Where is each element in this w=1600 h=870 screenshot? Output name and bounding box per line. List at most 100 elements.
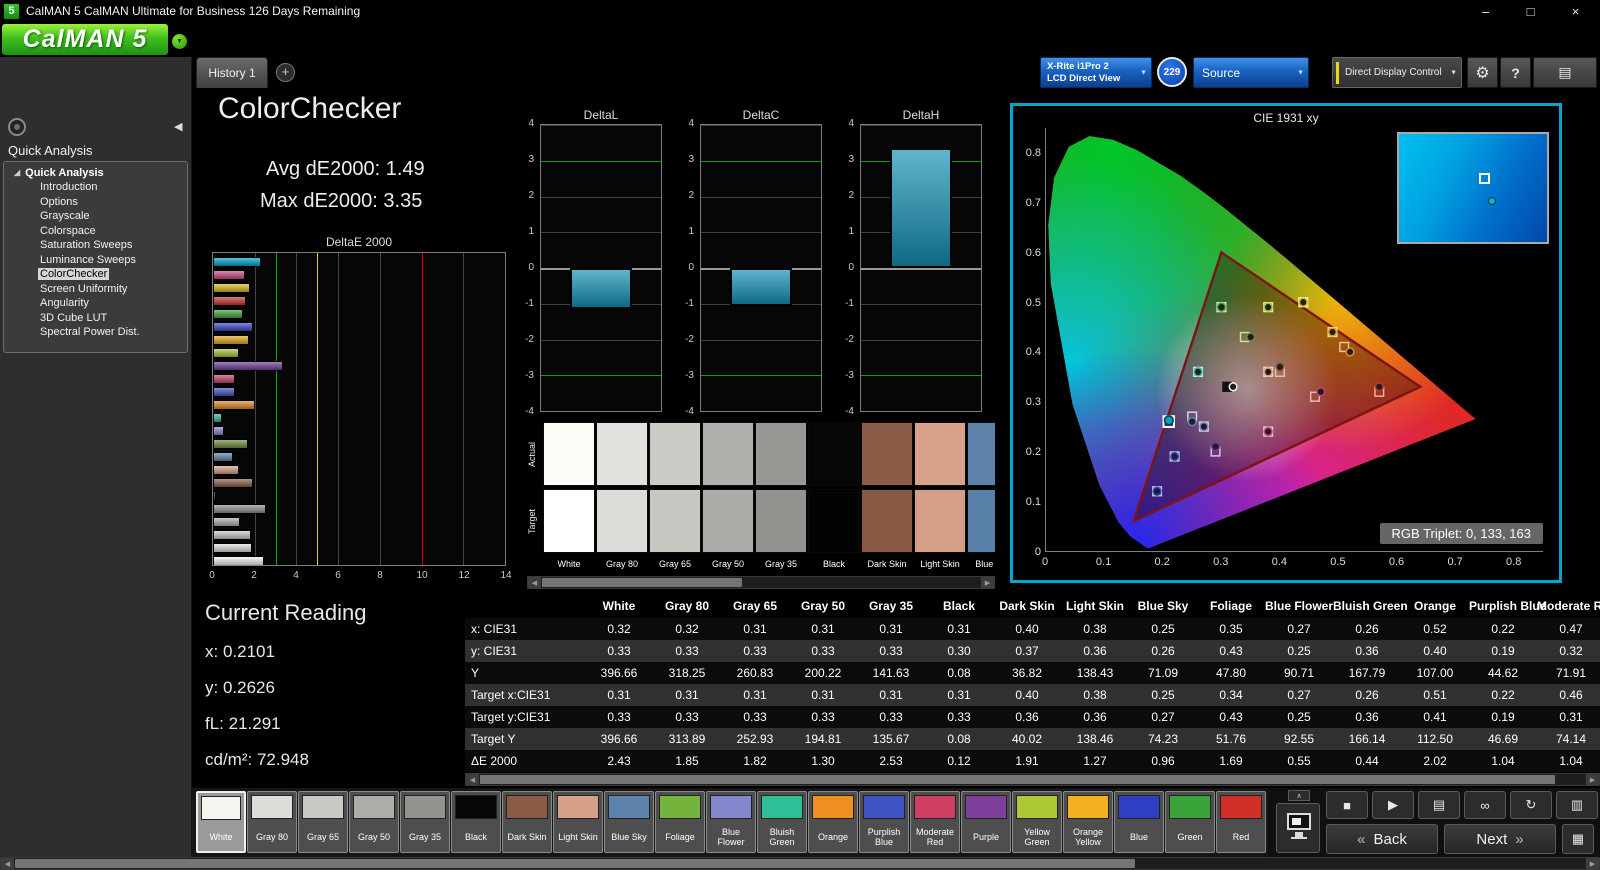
patch-button-blue-flower[interactable]: Blue Flower bbox=[706, 791, 756, 853]
table-scrollbar[interactable]: ◀ ▶ bbox=[465, 773, 1600, 786]
actual-patch-white[interactable] bbox=[543, 422, 595, 486]
back-button[interactable]: « Back bbox=[1326, 824, 1438, 854]
patch-button-gray-50[interactable]: Gray 50 bbox=[349, 791, 399, 853]
target-patch-black[interactable] bbox=[808, 489, 860, 553]
scroll-left-icon[interactable]: ◀ bbox=[1, 858, 14, 869]
sidebar-item-screen-uniformity[interactable]: Screen Uniformity bbox=[4, 282, 187, 297]
maximize-button[interactable]: □ bbox=[1508, 0, 1553, 22]
patch-button-purple[interactable]: Purple bbox=[961, 791, 1011, 853]
measured-point-blue-sky bbox=[1187, 416, 1197, 427]
play-button[interactable]: ▶ bbox=[1372, 791, 1414, 819]
actual-patch-gray-80[interactable] bbox=[596, 422, 648, 486]
scroll-right-icon[interactable]: ▶ bbox=[981, 577, 994, 588]
meter-count-badge[interactable]: 229 bbox=[1157, 57, 1187, 87]
actual-patch-gray-35[interactable] bbox=[755, 422, 807, 486]
patch-button-orange[interactable]: Orange bbox=[808, 791, 858, 853]
patch-button-light-skin[interactable]: Light Skin bbox=[553, 791, 603, 853]
loop-button[interactable]: ∞ bbox=[1464, 791, 1506, 819]
target-patch-gray-50[interactable] bbox=[702, 489, 754, 553]
patch-button-orange-yellow[interactable]: Orange Yellow bbox=[1063, 791, 1113, 853]
minimize-button[interactable]: – bbox=[1463, 0, 1508, 22]
target-patch-gray-65[interactable] bbox=[649, 489, 701, 553]
tree-root-label: Quick Analysis bbox=[25, 166, 104, 179]
patch-button-moderate-red[interactable]: Moderate Red bbox=[910, 791, 960, 853]
actual-patch-gray-65[interactable] bbox=[649, 422, 701, 486]
logo-dropdown-icon[interactable]: ▼ bbox=[172, 34, 187, 49]
title-bar: 5 CalMAN 5 CalMAN Ultimate for Business … bbox=[0, 0, 1600, 22]
cie-1931-panel[interactable]: CIE 1931 xy 0 0.1 0.2 0.3 0.4 0.5 0.6 0.… bbox=[1010, 103, 1562, 583]
sidebar-item-colorchecker[interactable]: ColorChecker bbox=[4, 267, 187, 282]
scroll-left-icon[interactable]: ◀ bbox=[466, 774, 479, 785]
patch-button-green[interactable]: Green bbox=[1165, 791, 1215, 853]
add-tab-button[interactable]: + bbox=[276, 63, 295, 82]
scroll-thumb[interactable] bbox=[480, 775, 1555, 784]
target-patch-light-skin[interactable] bbox=[914, 489, 966, 553]
scroll-thumb[interactable] bbox=[15, 859, 1135, 868]
de-bar-row bbox=[213, 490, 505, 503]
patch-button-dark-skin[interactable]: Dark Skin bbox=[502, 791, 552, 853]
panels-button[interactable]: ▥ bbox=[1556, 791, 1598, 819]
patch-button-bluish-green[interactable]: Bluish Green bbox=[757, 791, 807, 853]
scroll-thumb[interactable] bbox=[542, 578, 742, 587]
target-patch-dark-skin[interactable] bbox=[861, 489, 913, 553]
strip-scrollbar[interactable]: ◀ ▶ bbox=[527, 576, 995, 589]
patch-button-gray-35[interactable]: Gray 35 bbox=[400, 791, 450, 853]
collapse-sidebar-icon[interactable]: ◀ bbox=[174, 120, 182, 133]
actual-patch-blue-sky[interactable] bbox=[967, 422, 995, 486]
patch-button-blue[interactable]: Blue bbox=[1114, 791, 1164, 853]
target-patch-blue-sky[interactable] bbox=[967, 489, 995, 553]
next-button[interactable]: Next » bbox=[1444, 824, 1556, 854]
tree-root-quick-analysis[interactable]: ◢ Quick Analysis bbox=[4, 165, 187, 180]
sidebar-item-spectral-power-dist-[interactable]: Spectral Power Dist. bbox=[4, 325, 187, 340]
grid-view-button[interactable]: ▦ bbox=[1562, 824, 1594, 854]
de-bar-foliage bbox=[213, 439, 249, 449]
patch-button-yellow-green[interactable]: Yellow Green bbox=[1012, 791, 1062, 853]
source-dropdown[interactable]: Source ▼ bbox=[1193, 57, 1309, 88]
patch-button-gray-65[interactable]: Gray 65 bbox=[298, 791, 348, 853]
patch-button-foliage[interactable]: Foliage bbox=[655, 791, 705, 853]
save-button[interactable]: ▤ bbox=[1418, 791, 1460, 819]
scroll-left-icon[interactable]: ◀ bbox=[528, 577, 541, 588]
sidebar-item-3d-cube-lut[interactable]: 3D Cube LUT bbox=[4, 311, 187, 326]
sidebar-item-luminance-sweeps[interactable]: Luminance Sweeps bbox=[4, 253, 187, 268]
y-tick-label: 0.1 bbox=[1025, 496, 1041, 509]
patch-button-gray-80[interactable]: Gray 80 bbox=[247, 791, 297, 853]
refresh-button[interactable]: ↻ bbox=[1510, 791, 1552, 819]
reading-value: x: 0.2101 bbox=[205, 642, 275, 661]
patch-button-black[interactable]: Black bbox=[451, 791, 501, 853]
scroll-right-icon[interactable]: ▶ bbox=[1586, 858, 1599, 869]
close-button[interactable]: × bbox=[1553, 0, 1598, 22]
tab-history-1[interactable]: History 1 bbox=[196, 57, 268, 88]
y-tick-label: 4 bbox=[688, 118, 694, 129]
meter-dropdown[interactable]: X-Rite i1Pro 2 LCD Direct View ▼ bbox=[1040, 57, 1152, 88]
nav-circle-button[interactable] bbox=[8, 118, 26, 136]
sidebar-item-label: 3D Cube LUT bbox=[40, 311, 108, 324]
stop-button[interactable]: ■ bbox=[1326, 791, 1368, 819]
sidebar-item-saturation-sweeps[interactable]: Saturation Sweeps bbox=[4, 238, 187, 253]
settings-gear-icon[interactable]: ⚙ bbox=[1467, 57, 1498, 88]
chevron-up-icon[interactable]: ∧ bbox=[1288, 790, 1310, 801]
patch-button-purplish-blue[interactable]: Purplish Blue bbox=[859, 791, 909, 853]
actual-patch-dark-skin[interactable] bbox=[861, 422, 913, 486]
window-scrollbar[interactable]: ◀ ▶ bbox=[0, 857, 1600, 870]
actual-patch-light-skin[interactable] bbox=[914, 422, 966, 486]
sidebar-item-introduction[interactable]: Introduction bbox=[4, 180, 187, 195]
target-patch-white[interactable] bbox=[543, 489, 595, 553]
display-config-button[interactable] bbox=[1276, 803, 1320, 853]
help-icon[interactable]: ? bbox=[1500, 57, 1531, 88]
display-control-dropdown[interactable]: Direct Display Control ▼ bbox=[1332, 57, 1462, 88]
scroll-right-icon[interactable]: ▶ bbox=[1586, 774, 1599, 785]
sidebar-item-options[interactable]: Options bbox=[4, 195, 187, 210]
patch-button-red[interactable]: Red bbox=[1216, 791, 1266, 853]
table-cell: 313.89 bbox=[668, 732, 706, 746]
panel-layout-button[interactable]: ▤ bbox=[1533, 57, 1597, 88]
actual-patch-black[interactable] bbox=[808, 422, 860, 486]
sidebar-item-grayscale[interactable]: Grayscale bbox=[4, 209, 187, 224]
target-patch-gray-80[interactable] bbox=[596, 489, 648, 553]
target-patch-gray-35[interactable] bbox=[755, 489, 807, 553]
actual-patch-gray-50[interactable] bbox=[702, 422, 754, 486]
patch-button-white[interactable]: White bbox=[196, 791, 246, 853]
sidebar-item-angularity[interactable]: Angularity bbox=[4, 296, 187, 311]
sidebar-item-colorspace[interactable]: Colorspace bbox=[4, 224, 187, 239]
patch-button-blue-sky[interactable]: Blue Sky bbox=[604, 791, 654, 853]
